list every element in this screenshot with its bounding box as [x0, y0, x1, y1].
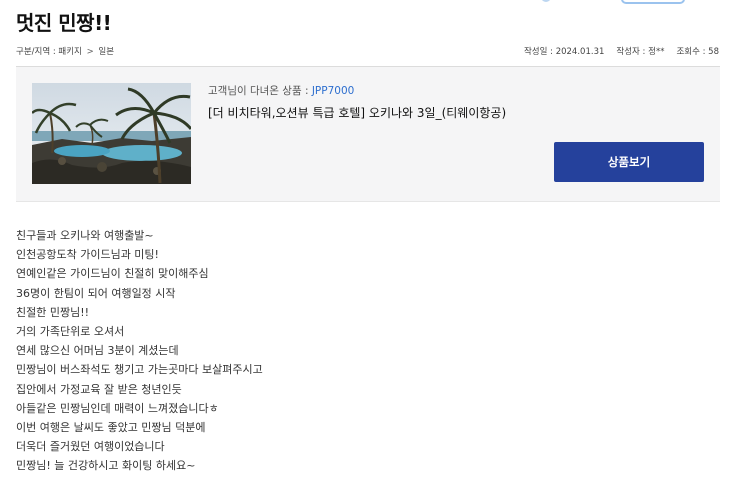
review-line: 연예인같은 가이드님이 친절히 맞이해주심	[16, 267, 209, 281]
product-name[interactable]: [더 비치타워,오션뷰 특급 호텔] 오키나와 3일_(티웨이항공)	[208, 104, 506, 121]
header-decoration-dot	[541, 0, 551, 2]
region-label: 일본	[98, 47, 115, 57]
review-line: 연세 많으신 어머님 3분이 계셨는데	[16, 344, 179, 358]
breadcrumb-separator: >	[86, 47, 94, 57]
review-line: 이번 여행은 날씨도 좋았고 민짱님 덕분에	[16, 420, 206, 434]
header-decoration-tab	[621, 0, 685, 4]
review-line: 친절한 민짱님!!	[16, 305, 90, 319]
category-label: 구분/지역 : 패키지	[16, 47, 82, 57]
view-product-button[interactable]: 상품보기	[554, 142, 704, 182]
review-line: 거의 가족단위로 오셔서	[16, 324, 125, 338]
review-line: 집안에서 가정교육 잘 받은 청년인듯	[16, 382, 182, 396]
product-thumbnail[interactable]	[32, 83, 191, 184]
review-line: 민짱님이 버스좌석도 챙기고 가는곳마다 보살펴주시고	[16, 363, 263, 377]
review-line: 민짱님! 늘 건강하시고 화이팅 하세요~	[16, 459, 196, 473]
visited-label: 고객님이 다녀온 상품 :	[208, 85, 312, 97]
product-code[interactable]: JPP7000	[312, 85, 354, 97]
post-views: 조회수 : 58	[676, 47, 719, 57]
post-meta: 작성일 : 2024.01.31 작성자 : 정** 조회수 : 58	[524, 45, 719, 57]
review-line: 아들같은 민짱님인데 매력이 느껴졌습니다ㅎ	[16, 401, 219, 415]
post-author: 작성자 : 정**	[616, 47, 665, 57]
page-title: 멋진 민짱!!	[16, 11, 112, 35]
review-line: 인천공항도착 가이드님과 미팅!	[16, 248, 159, 262]
review-body: 친구들과 오키나와 여행출발~ 인천공항도착 가이드님과 미팅! 연예인같은 가…	[16, 226, 263, 475]
review-line: 36명이 한팀이 되어 여행일정 시작	[16, 286, 176, 300]
post-date: 작성일 : 2024.01.31	[523, 47, 605, 57]
review-line: 친구들과 오키나와 여행출발~	[16, 229, 154, 242]
resort-pool-image	[32, 83, 191, 184]
review-line: 더욱더 즐거웠던 여행이었습니다	[16, 440, 165, 454]
product-card: 고객님이 다녀온 상품 : JPP7000 [더 비치타워,오션뷰 특급 호텔]…	[16, 66, 720, 202]
visited-product-line: 고객님이 다녀온 상품 : JPP7000	[208, 83, 354, 98]
breadcrumb: 구분/지역 : 패키지 > 일본	[16, 45, 114, 57]
